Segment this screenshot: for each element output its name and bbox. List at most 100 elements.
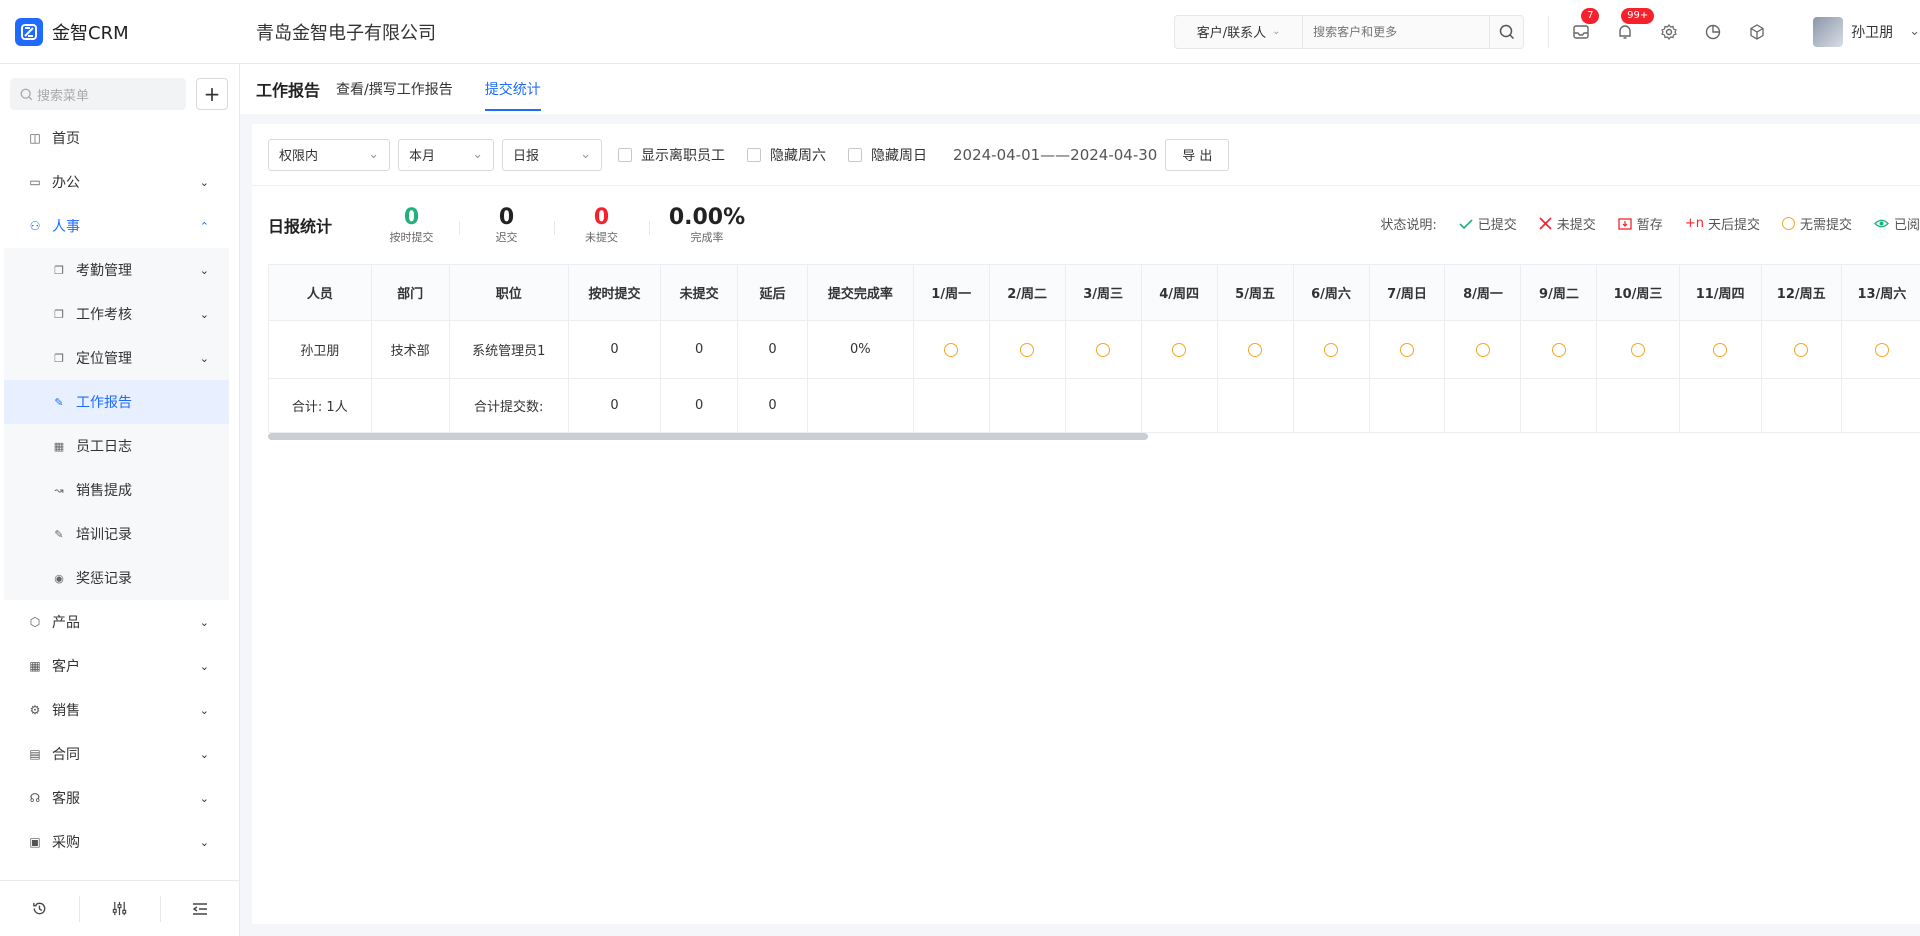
tab-submission-stats[interactable]: 提交统计: [484, 64, 541, 114]
chevron-down-icon: ⌄: [199, 659, 209, 673]
reports-button[interactable]: [1691, 16, 1735, 48]
day-cell[interactable]: [912, 320, 990, 379]
col-header: 13/周六: [1840, 264, 1920, 321]
tab-view-write-report[interactable]: 查看/撰写工作报告: [336, 64, 453, 114]
cell-total-late: 0: [737, 378, 808, 433]
stats-table: 人员 部门 职位 按时提交 未提交 延后 提交完成率 1/周一 2/周二 3/周…: [268, 264, 1920, 433]
sidebar-item-staff-log[interactable]: ▦ 员工日志: [4, 424, 229, 468]
collapse-sidebar-button[interactable]: [159, 895, 240, 922]
table-header-row: 人员 部门 职位 按时提交 未提交 延后 提交完成率 1/周一 2/周二 3/周…: [268, 264, 1920, 321]
circle-icon: [1781, 217, 1795, 230]
col-header: 人员: [268, 264, 372, 321]
sidebar-item-contract[interactable]: ▤ 合同 ⌄: [0, 732, 239, 776]
day-cell[interactable]: [1292, 320, 1370, 379]
checkbox-box[interactable]: [747, 147, 761, 162]
day-cell[interactable]: [1678, 320, 1762, 379]
period-select[interactable]: 本月 ⌄: [398, 138, 494, 171]
avatar: [1813, 16, 1844, 47]
sidebar-item-office[interactable]: ▭ 办公 ⌄: [0, 160, 239, 204]
edit-document-icon: ✎: [54, 527, 64, 541]
draft-icon: [1618, 218, 1632, 230]
messages-button[interactable]: 7: [1559, 7, 1603, 48]
cell-completion: 0%: [806, 320, 914, 379]
search-input[interactable]: [1303, 15, 1490, 48]
sidebar-item-sales[interactable]: ⚙ 销售 ⌄: [0, 688, 239, 732]
search-scope-select[interactable]: 客户/联系人 ⌄: [1175, 15, 1304, 48]
sidebar-item-purchase[interactable]: ▣ 采购 ⌄: [0, 820, 239, 864]
horizontal-scrollbar[interactable]: [268, 433, 1148, 440]
col-header: 4/周四: [1140, 264, 1218, 321]
history-button[interactable]: [0, 896, 79, 922]
cell-empty: [806, 378, 914, 433]
hide-sunday-checkbox[interactable]: 隐藏周日: [848, 145, 927, 165]
scope-select[interactable]: 权限内 ⌄: [268, 138, 390, 171]
award-icon: ◉: [54, 571, 64, 585]
notifications-button[interactable]: 99+: [1603, 7, 1655, 48]
sidebar-item-service[interactable]: ☊ 客服 ⌄: [0, 776, 239, 820]
day-cell[interactable]: [1596, 320, 1680, 379]
sidebar-item-home[interactable]: ◫ 首页: [0, 116, 239, 160]
show-resigned-checkbox[interactable]: 显示离职员工: [618, 145, 725, 165]
check-icon: [1459, 218, 1473, 229]
day-cell[interactable]: [1140, 320, 1218, 379]
sliders-icon: [113, 901, 127, 916]
chevron-down-icon: ⌄: [199, 175, 209, 189]
legend-label: 状态说明:: [1380, 218, 1437, 233]
sidebar-item-assessment[interactable]: ❐ 工作考核 ⌄: [4, 292, 229, 336]
day-cell[interactable]: [1444, 320, 1522, 379]
sidebar-item-training[interactable]: ✎ 培训记录: [4, 512, 229, 556]
cell-total-on-time: 0: [567, 378, 662, 433]
col-header: 延后: [737, 264, 808, 321]
headset-icon: ☊: [29, 791, 41, 805]
sidebar-item-hr[interactable]: ⚇ 人事 ⌃: [0, 204, 239, 248]
col-header: 12/周五: [1760, 264, 1842, 321]
table-row[interactable]: 孙卫朋 技术部 系统管理员1 0 0 0 0%: [268, 320, 1920, 379]
cube-icon: [1750, 23, 1764, 40]
sidebar-item-reward[interactable]: ◉ 奖惩记录: [4, 556, 229, 600]
report-type-select[interactable]: 日报 ⌄: [502, 138, 602, 171]
sidebar-item-commission[interactable]: ↝ 销售提成: [4, 468, 229, 512]
sidebar-item-customer[interactable]: ▦ 客户 ⌄: [0, 644, 239, 688]
sidebar-item-work-report[interactable]: ✎ 工作报告: [4, 380, 229, 424]
apps-button[interactable]: [1735, 16, 1779, 48]
brand[interactable]: 金智CRM: [0, 17, 240, 46]
preferences-button[interactable]: [79, 895, 159, 922]
cell-person: 孙卫朋: [268, 320, 372, 379]
day-cell[interactable]: [1840, 320, 1920, 379]
cell-empty: [1368, 378, 1446, 433]
settings-button[interactable]: [1647, 16, 1691, 48]
user-menu[interactable]: 孙卫朋 ⌄: [1803, 16, 1920, 47]
sidebar-item-attendance[interactable]: ❐ 考勤管理 ⌄: [4, 248, 229, 292]
day-cell[interactable]: [1368, 320, 1446, 379]
hide-saturday-checkbox[interactable]: 隐藏周六: [747, 145, 826, 165]
legend-not-required: 无需提交: [1781, 214, 1852, 233]
dashboard-icon: ◫: [29, 131, 41, 145]
table-total-row: 合计: 1人 合计提交数: 0 0 0: [268, 378, 1920, 433]
trend-chart-icon: ↝: [54, 483, 64, 497]
header-actions: 7 99+: [1548, 7, 1779, 48]
cell-empty: [912, 378, 990, 433]
menu-search-input[interactable]: 搜索菜单: [10, 78, 186, 110]
circle-icon: [1400, 342, 1414, 357]
checkbox-box[interactable]: [848, 147, 862, 162]
circle-icon: [1475, 342, 1490, 357]
day-cell[interactable]: [1520, 320, 1598, 379]
cell-empty: [1678, 378, 1762, 433]
stats-table-wrap: 人员 部门 职位 按时提交 未提交 延后 提交完成率 1/周一 2/周二 3/周…: [268, 264, 1920, 434]
day-cell[interactable]: [1064, 320, 1142, 379]
chevron-down-icon: ⌄: [1909, 24, 1920, 39]
sidebar-item-product[interactable]: ⬡ 产品 ⌄: [0, 600, 239, 644]
sidebar-item-location[interactable]: ❐ 定位管理 ⌄: [4, 336, 229, 380]
col-header: 6/周六: [1292, 264, 1370, 321]
day-cell[interactable]: [988, 320, 1066, 379]
circle-icon: [1248, 342, 1263, 357]
day-cell[interactable]: [1760, 320, 1842, 379]
add-menu-button[interactable]: +: [196, 78, 228, 110]
search-icon: [1499, 24, 1514, 39]
checkbox-box[interactable]: [618, 147, 632, 162]
cell-position: 系统管理员1: [448, 320, 569, 379]
search-button[interactable]: [1489, 15, 1523, 48]
export-button[interactable]: 导 出: [1165, 138, 1230, 171]
cell-empty: [1216, 378, 1294, 433]
day-cell[interactable]: [1216, 320, 1294, 379]
